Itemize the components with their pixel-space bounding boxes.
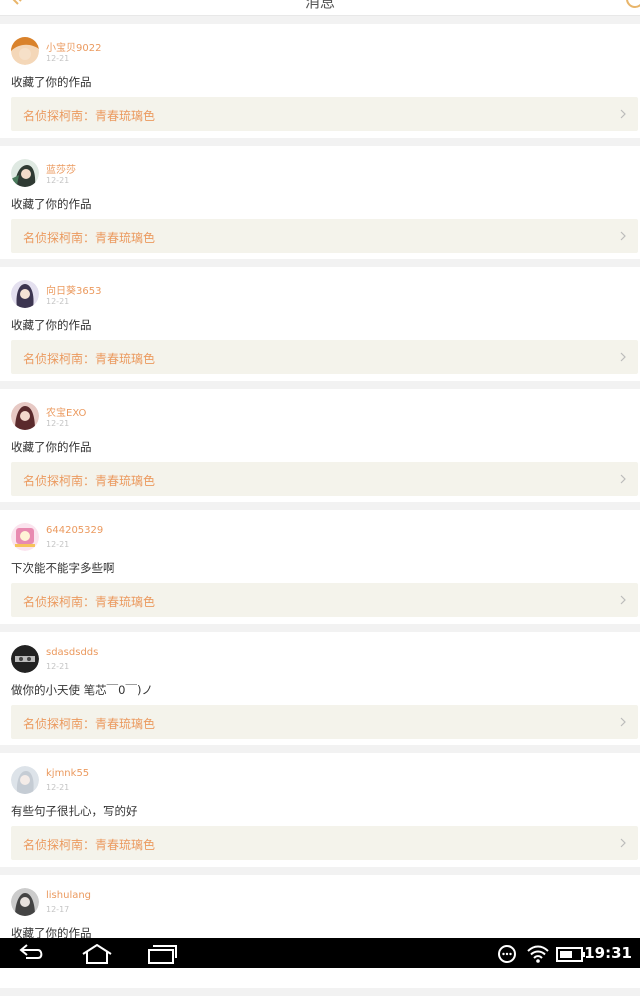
- chevron-right-icon: [620, 595, 626, 605]
- work-link[interactable]: 名侦探柯南：青春琉璃色: [11, 583, 638, 617]
- back-arrow-icon[interactable]: [18, 944, 46, 962]
- work-title: 名侦探柯南：青春琉璃色: [23, 352, 156, 366]
- message-card: lishulang 12-17 收藏了你的作品: [0, 874, 640, 988]
- chevron-right-icon: [620, 109, 626, 119]
- avatar[interactable]: [11, 37, 39, 65]
- message-date: 12-21: [46, 783, 70, 792]
- wifi-icon: [527, 945, 549, 963]
- message-date: 12-21: [46, 175, 70, 185]
- username[interactable]: sdasdsdds: [46, 647, 98, 658]
- chevron-right-icon: [620, 474, 626, 483]
- work-link[interactable]: 名侦探柯南：青春琉璃色: [11, 218, 638, 253]
- work-title: 名侦探柯南：青春琉璃色: [23, 230, 156, 245]
- username[interactable]: lishulang: [46, 890, 91, 901]
- message-card: 向日葵3653 12-21 收藏了你的作品 名侦探柯南：青春琉璃色: [0, 267, 640, 381]
- recent-apps-icon[interactable]: [146, 944, 178, 964]
- work-link[interactable]: 名侦探柯南：青春琉璃色: [11, 97, 638, 131]
- header: 消息: [0, 0, 640, 16]
- message-text: 收藏了你的作品: [11, 196, 92, 211]
- system-navigation-bar: 19:31: [0, 938, 640, 968]
- message-date: 12-21: [46, 661, 70, 671]
- message-text: 收藏了你的作品: [11, 75, 92, 89]
- message-date: 12-21: [46, 540, 70, 549]
- chevron-right-icon: [620, 352, 626, 362]
- work-title: 名侦探柯南：青春琉璃色: [23, 838, 156, 852]
- username[interactable]: 农宝EXO: [46, 404, 86, 419]
- username[interactable]: kjmnk55: [46, 768, 89, 779]
- message-text: 下次能不能字多些啊: [11, 561, 115, 575]
- chat-status-icon: [498, 945, 516, 963]
- message-card: 644205329 12-21 下次能不能字多些啊 名侦探柯南：青春琉璃色: [0, 510, 640, 624]
- message-date: 12-21: [46, 418, 70, 428]
- message-date: 12-21: [46, 54, 70, 63]
- chevron-right-icon: [620, 231, 626, 240]
- message-card: 小宝贝9022 12-21 收藏了你的作品 名侦探柯南：青春琉璃色: [0, 24, 640, 138]
- avatar[interactable]: [11, 401, 39, 430]
- message-text: 有些句子很扎心，写的好: [11, 804, 138, 818]
- page-title: 消息: [304, 0, 335, 11]
- home-icon[interactable]: [80, 944, 114, 964]
- work-link[interactable]: 名侦探柯南：青春琉璃色: [11, 704, 638, 739]
- message-text: 收藏了你的作品: [11, 318, 92, 332]
- username[interactable]: 小宝贝9022: [46, 39, 101, 54]
- message-text: 收藏了你的作品: [11, 439, 92, 454]
- message-date: 12-21: [46, 297, 70, 306]
- chevron-right-icon: [620, 717, 626, 726]
- username[interactable]: 644205329: [46, 525, 103, 536]
- avatar[interactable]: [11, 644, 39, 673]
- message-date: 12-17: [46, 904, 70, 914]
- battery-icon: [556, 947, 585, 962]
- status-time: 19:31: [584, 944, 632, 962]
- avatar[interactable]: [11, 523, 39, 551]
- work-title: 名侦探柯南：青春琉璃色: [23, 109, 156, 123]
- chevron-right-icon: [620, 838, 626, 848]
- avatar[interactable]: [11, 158, 39, 187]
- work-link[interactable]: 名侦探柯南：青春琉璃色: [11, 340, 638, 374]
- message-card: kjmnk55 12-21 有些句子很扎心，写的好 名侦探柯南：青春琉璃色: [0, 753, 640, 867]
- message-card: 蓝莎莎 12-21 收藏了你的作品 名侦探柯南：青春琉璃色: [0, 145, 640, 259]
- message-card: sdasdsdds 12-21 做你的小天使 笔芯￣0￣)ノ 名侦探柯南：青春琉…: [0, 631, 640, 745]
- message-text: 做你的小天使 笔芯￣0￣)ノ: [11, 682, 153, 697]
- work-link[interactable]: 名侦探柯南：青春琉璃色: [11, 826, 638, 860]
- work-title: 名侦探柯南：青春琉璃色: [23, 473, 156, 488]
- username[interactable]: 向日葵3653: [46, 282, 101, 297]
- work-title: 名侦探柯南：青春琉璃色: [23, 595, 156, 609]
- work-link[interactable]: 名侦探柯南：青春琉璃色: [11, 461, 638, 496]
- avatar[interactable]: [11, 887, 39, 916]
- username[interactable]: 蓝莎莎: [46, 161, 76, 176]
- work-title: 名侦探柯南：青春琉璃色: [23, 716, 156, 731]
- avatar[interactable]: [11, 280, 39, 308]
- message-list: 小宝贝9022 12-21 收藏了你的作品 名侦探柯南：青春琉璃色 蓝莎莎 12…: [0, 24, 640, 996]
- avatar[interactable]: [11, 766, 39, 794]
- message-card: 农宝EXO 12-21 收藏了你的作品 名侦探柯南：青春琉璃色: [0, 388, 640, 502]
